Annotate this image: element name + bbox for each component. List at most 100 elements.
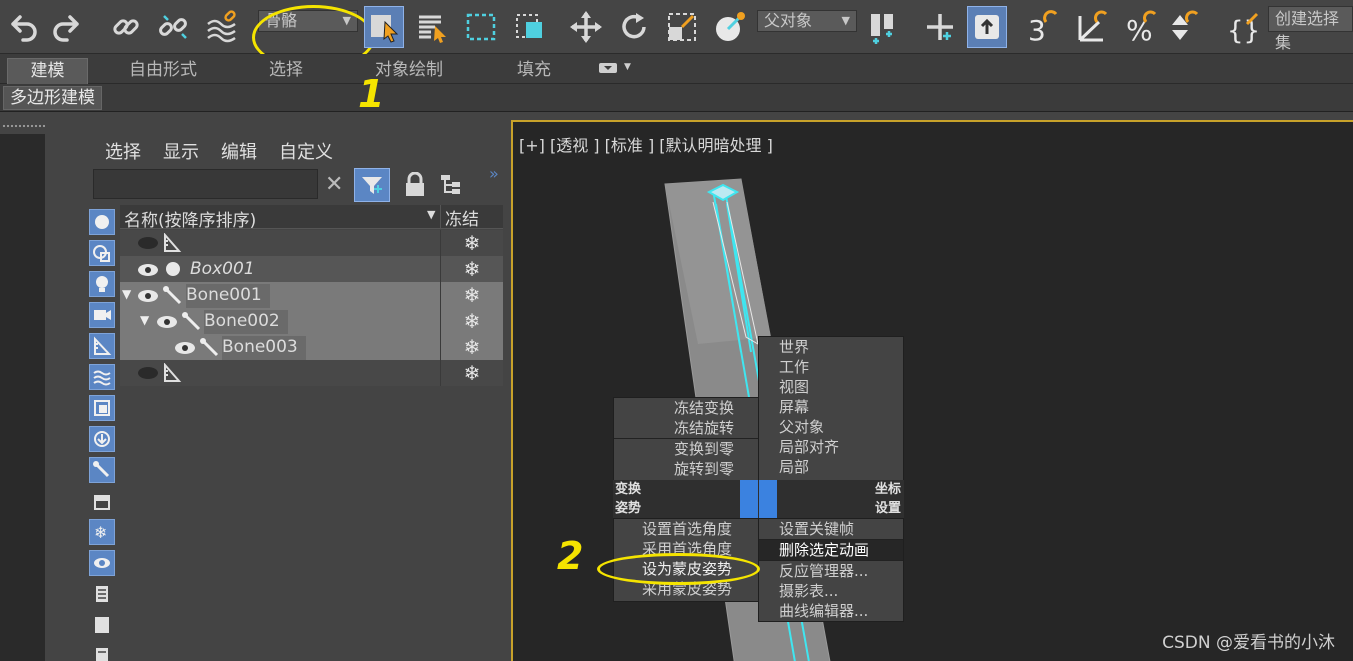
snap-toggle-icon[interactable]: 3 — [1022, 6, 1062, 48]
select-and-place-icon[interactable] — [920, 6, 960, 48]
reference-coord-dropdown[interactable]: 父对象 ▼ — [757, 10, 857, 32]
bone-filter-icon[interactable] — [89, 457, 115, 483]
svg-text:{}: {} — [1227, 16, 1259, 44]
tab-selection[interactable]: 选择 — [256, 58, 316, 84]
camera-filter-icon[interactable] — [89, 302, 115, 328]
freeze-toggle-icon[interactable]: ❄ — [440, 230, 503, 256]
bind-spacewarp-icon[interactable] — [202, 6, 242, 48]
select-object-icon[interactable] — [364, 6, 404, 48]
menu-item-dope-sheet[interactable]: 摄影表... — [759, 581, 903, 601]
menu-item-local[interactable]: 局部 — [759, 457, 903, 477]
column-name-header[interactable]: 名称(按降序排序) — [124, 206, 256, 231]
menu-item-screen[interactable]: 屏幕 — [759, 397, 903, 417]
container-filter-icon[interactable] — [89, 488, 115, 514]
group-filter-icon[interactable] — [89, 395, 115, 421]
spacewarp-filter-icon[interactable] — [89, 364, 115, 390]
explorer-search-input[interactable] — [93, 169, 318, 199]
freeze-toggle-icon[interactable]: ❄ — [440, 282, 503, 308]
tab-freeform[interactable]: 自由形式 — [118, 58, 208, 84]
menu-item-freeze-rotation[interactable]: 冻结旋转 — [614, 418, 758, 438]
menu-item-set-preferred-angle[interactable]: 设置首选角度 — [614, 519, 758, 539]
undo-icon[interactable] — [2, 6, 42, 48]
hierarchy-icon[interactable] — [439, 173, 463, 201]
menu-item-local-aligned[interactable]: 局部对齐 — [759, 437, 903, 457]
lock-icon[interactable] — [403, 171, 427, 202]
rect-selection-icon[interactable] — [461, 6, 501, 48]
angle-snap-icon[interactable] — [1072, 6, 1112, 48]
visible-eye-icon[interactable] — [137, 262, 159, 282]
percent-snap-icon[interactable]: % — [1121, 6, 1161, 48]
freeze-toggle-icon[interactable]: ❄ — [440, 308, 503, 334]
menu-item-reaction-manager[interactable]: 反应管理器... — [759, 561, 903, 581]
polygon-modeling-tab[interactable]: 多边形建模 — [3, 86, 102, 110]
ribbon-options-icon[interactable]: ▼ — [598, 62, 636, 78]
link-icon[interactable] — [106, 6, 146, 48]
light-filter-icon[interactable] — [89, 271, 115, 297]
menu-item-curve-editor[interactable]: 曲线编辑器... — [759, 601, 903, 621]
hidden-eye-icon[interactable] — [137, 365, 159, 385]
visible-eye-icon[interactable] — [137, 288, 159, 308]
redo-icon[interactable] — [48, 6, 88, 48]
freeze-toggle-icon[interactable]: ❄ — [440, 360, 503, 386]
xref-filter-icon[interactable] — [89, 426, 115, 452]
explorer-menu-customize[interactable]: 自定义 — [279, 138, 333, 164]
sort-chevron-icon[interactable]: ▼ — [427, 208, 435, 221]
list-icon[interactable] — [89, 581, 115, 607]
column-freeze-header[interactable]: 冻结 — [440, 205, 503, 230]
menu-item-world[interactable]: 世界 — [759, 337, 903, 357]
list-icon-2[interactable] — [89, 643, 115, 661]
menu-item-transform-to-zero[interactable]: 变换到零 — [614, 439, 758, 459]
table-row[interactable]: ▼ Bone002 ❄ — [120, 308, 503, 334]
explorer-menu-display[interactable]: 显示 — [163, 138, 199, 164]
menu-item-rotation-to-zero[interactable]: 旋转到零 — [614, 459, 758, 479]
menu-item-set-key[interactable]: 设置关键帧 — [759, 519, 903, 539]
quad-center-right[interactable] — [759, 480, 777, 518]
spinner-snap-icon[interactable] — [1163, 6, 1203, 48]
tab-modeling[interactable]: 建模 — [7, 58, 88, 84]
scale-icon[interactable] — [662, 6, 702, 48]
rotate-icon[interactable] — [614, 6, 654, 48]
menu-item-parent[interactable]: 父对象 — [759, 417, 903, 437]
pivot-center-icon[interactable] — [862, 6, 902, 48]
select-by-name-icon[interactable] — [412, 6, 452, 48]
keyboard-shortcut-icon[interactable] — [967, 6, 1007, 48]
unlink-icon[interactable] — [153, 6, 193, 48]
named-selection-input[interactable]: 创建选择集 — [1268, 6, 1353, 52]
table-row[interactable]: ❄ — [120, 360, 503, 386]
menu-item-freeze-transform[interactable]: 冻结变换 — [614, 398, 758, 418]
quad-center-left[interactable] — [740, 480, 758, 518]
geometry-filter-icon[interactable] — [89, 209, 115, 235]
display-all-icon[interactable] — [89, 612, 115, 638]
table-row[interactable]: ❄ — [120, 230, 503, 256]
hidden-filter-icon[interactable] — [89, 550, 115, 576]
frozen-filter-icon[interactable]: ❄ — [89, 519, 115, 545]
hidden-eye-icon[interactable] — [137, 235, 159, 255]
table-row[interactable]: Bone003 ❄ — [120, 334, 503, 360]
tab-populate[interactable]: 填充 — [506, 58, 562, 84]
select-manipulate-icon[interactable] — [710, 6, 750, 48]
shape-filter-icon[interactable] — [89, 240, 115, 266]
helper-filter-icon[interactable] — [89, 333, 115, 359]
freeze-toggle-icon[interactable]: ❄ — [440, 256, 503, 282]
freeze-toggle-icon[interactable]: ❄ — [440, 334, 503, 360]
visible-eye-icon[interactable] — [174, 340, 196, 360]
menu-item-working[interactable]: 工作 — [759, 357, 903, 377]
menu-item-delete-animation[interactable]: 删除选定动画 — [759, 540, 903, 560]
bone-type-icon — [181, 311, 201, 336]
table-row[interactable]: Box001 ❄ — [120, 256, 503, 282]
window-crossing-icon[interactable] — [510, 6, 550, 48]
perspective-viewport[interactable]: [+] [透视 ] [标准 ] [默认明暗处理 ] 冻结变换 冻结旋转 变换到零… — [511, 120, 1353, 661]
filter-icon[interactable] — [354, 168, 390, 202]
explorer-menu-edit[interactable]: 编辑 — [221, 138, 257, 164]
table-row[interactable]: ▼ Bone001 ❄ — [120, 282, 503, 308]
explorer-menu-select[interactable]: 选择 — [105, 138, 141, 164]
edit-named-sets-icon[interactable]: {} — [1222, 6, 1262, 48]
menu-item-view[interactable]: 视图 — [759, 377, 903, 397]
watermark: CSDN @爱看书的小沐 — [1162, 633, 1335, 653]
expand-panel-icon[interactable]: » — [489, 164, 499, 183]
visible-eye-icon[interactable] — [156, 314, 178, 334]
expand-triangle-icon[interactable]: ▼ — [122, 287, 131, 301]
clear-search-icon[interactable]: ✕ — [325, 172, 343, 197]
expand-triangle-icon[interactable]: ▼ — [140, 313, 149, 327]
move-icon[interactable] — [566, 6, 606, 48]
